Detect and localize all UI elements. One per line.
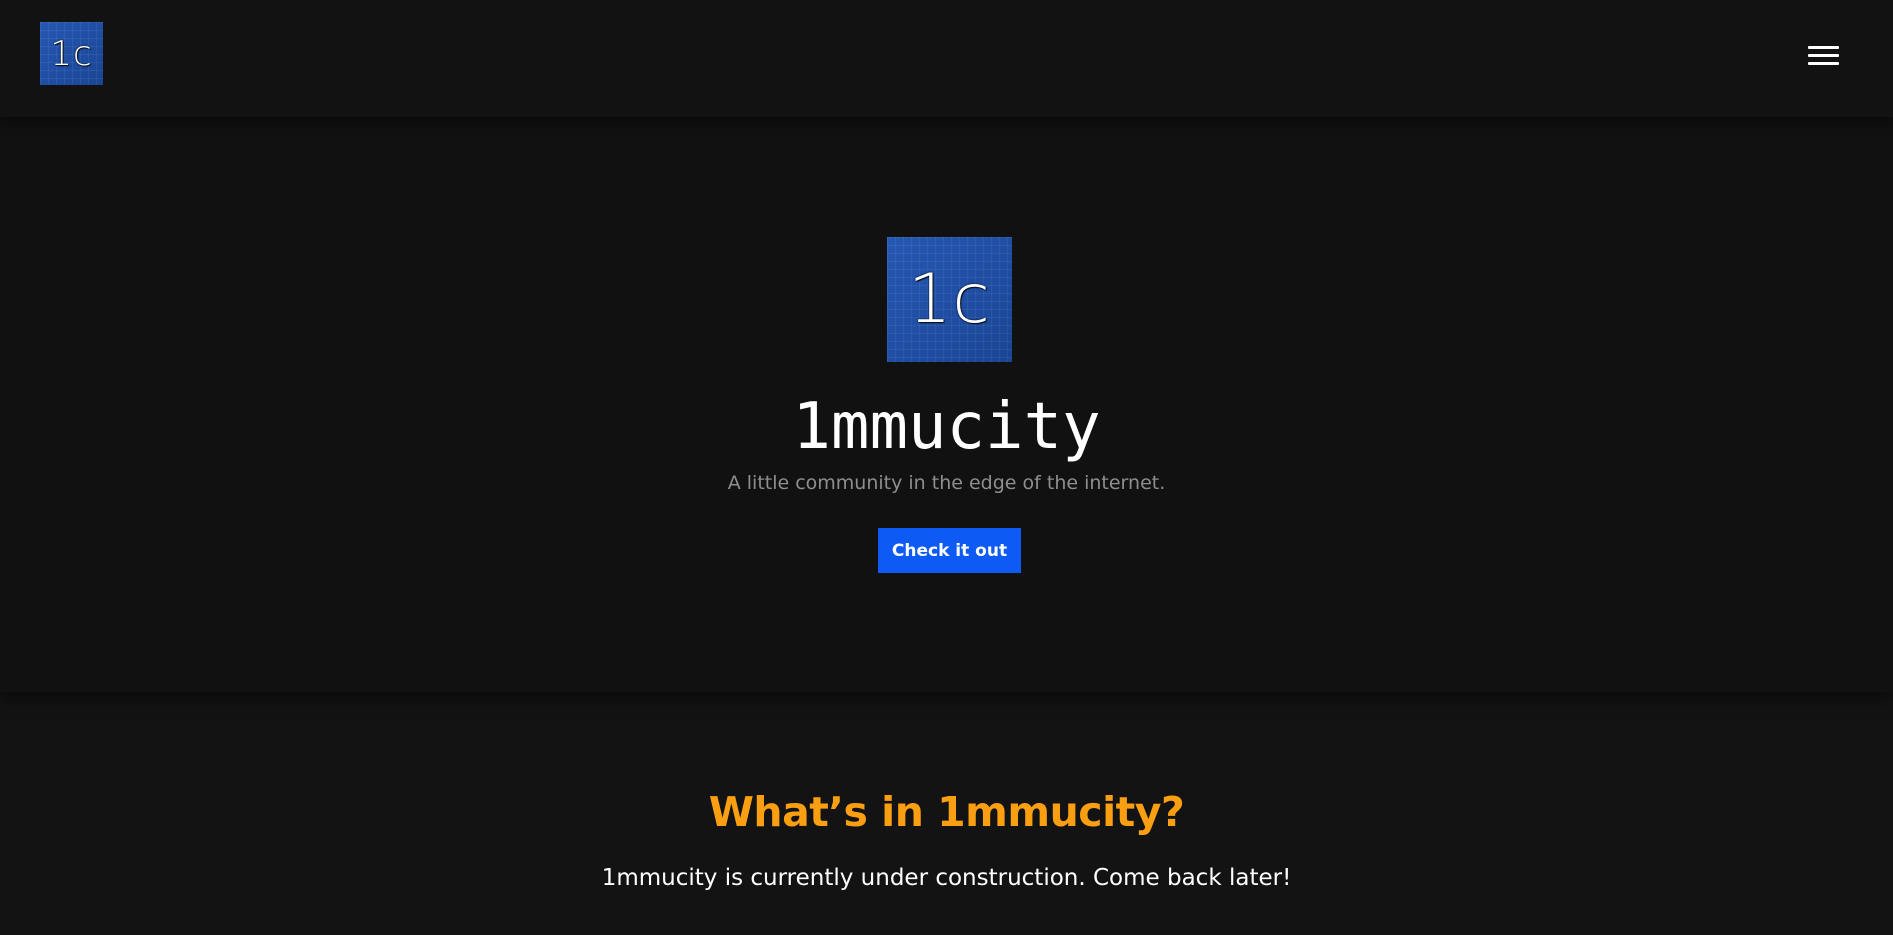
about-text: 1mmucity is currently under construction…: [601, 865, 1292, 891]
hero-section: 1c 1mmucity A little community in the ed…: [0, 117, 1893, 692]
hero-logo-text: 1c: [908, 260, 991, 339]
menu-bar: [1808, 46, 1839, 49]
about-section: What’s in 1mmucity? 1mmucity is currentl…: [0, 692, 1893, 935]
check-it-out-button[interactable]: Check it out: [878, 528, 1021, 573]
site-logo-text: 1c: [50, 33, 93, 74]
menu-bar: [1808, 54, 1839, 57]
hero-tagline: A little community in the edge of the in…: [727, 472, 1166, 494]
navbar: 1c: [0, 0, 1893, 117]
menu-bar: [1808, 62, 1839, 65]
hero-title: 1mmucity: [792, 390, 1101, 464]
hamburger-menu-icon[interactable]: [1808, 46, 1839, 68]
about-heading: What’s in 1mmucity?: [708, 788, 1185, 836]
hero-logo: 1c: [887, 237, 1012, 362]
site-logo[interactable]: 1c: [40, 22, 103, 85]
